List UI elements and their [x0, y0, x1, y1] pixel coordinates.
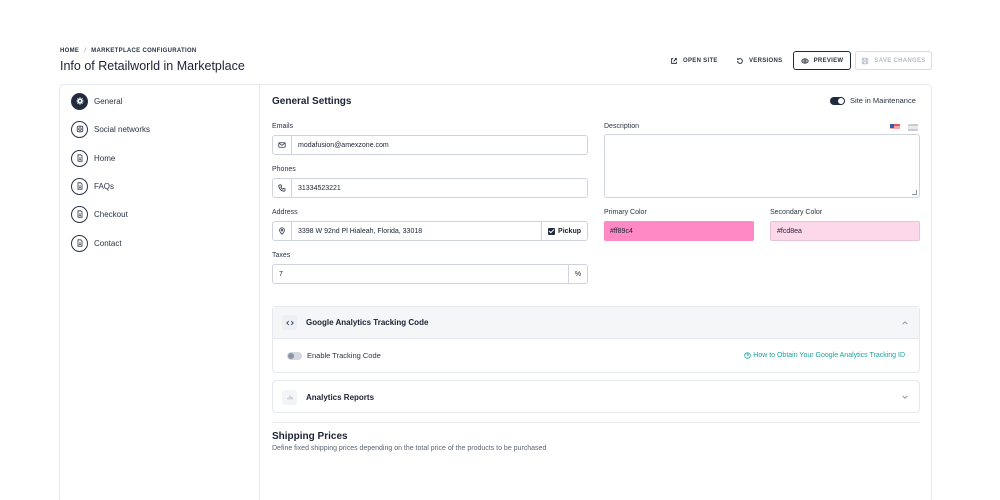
- description-label: Description: [604, 123, 640, 130]
- breadcrumb-current: MARKETPLACE CONFIGURATION: [91, 48, 197, 54]
- external-link-icon: [671, 57, 677, 64]
- open-site-button[interactable]: OPEN SITE: [670, 51, 718, 70]
- pickup-checkbox[interactable]: Pickup: [541, 222, 587, 240]
- reports-title: Analytics Reports: [306, 392, 375, 402]
- chevron-up-icon[interactable]: [901, 319, 909, 327]
- secondary-color-value: #fcd8ea: [777, 227, 802, 235]
- address-field[interactable]: 3398 W 92nd Pl Hialeah, Florida, 33018 P…: [272, 221, 588, 241]
- document-icon: [71, 177, 88, 195]
- bar-chart-icon: [282, 389, 297, 405]
- language-flag-icon[interactable]: [908, 124, 918, 131]
- reports-accordion-header[interactable]: Analytics Reports: [273, 381, 919, 413]
- preview-label: PREVIEW: [813, 57, 844, 64]
- location-pin-icon: [279, 227, 285, 235]
- maintenance-switch[interactable]: [830, 96, 845, 105]
- document-icon: [71, 205, 88, 223]
- percent-suffix: %: [568, 265, 587, 283]
- phone-value: 31334523221: [298, 184, 341, 192]
- divider: [272, 422, 920, 423]
- section-title: General Settings: [272, 96, 352, 107]
- breadcrumb: HOME / MARKETPLACE CONFIGURATION: [60, 48, 197, 54]
- instagram-icon: [71, 120, 88, 138]
- email-value: modafusion@amexzone.com: [298, 141, 389, 149]
- maintenance-toggle[interactable]: Site in Maintenance: [830, 96, 916, 105]
- sidebar-item-home[interactable]: Home: [71, 149, 115, 167]
- shipping-description: Define fixed shipping prices depending o…: [272, 445, 547, 452]
- sidebar-item-faqs[interactable]: FAQs: [71, 177, 114, 195]
- emails-label: Emails: [272, 123, 294, 130]
- taxes-label: Taxes: [272, 252, 291, 259]
- address-value: 3398 W 92nd Pl Hialeah, Florida, 33018: [298, 227, 423, 235]
- tracking-row: Enable Tracking Code How to Obtain Your …: [273, 339, 919, 372]
- page-title: Info of Retailworld in Marketplace: [60, 59, 245, 73]
- save-icon: [862, 57, 869, 64]
- secondary-color-input[interactable]: #fcd8ea: [770, 221, 920, 241]
- versions-button[interactable]: VERSIONS: [736, 51, 782, 70]
- sidebar-item-label: General: [94, 96, 123, 106]
- reports-accordion: Analytics Reports: [272, 380, 920, 413]
- checkbox-checked-icon: [548, 227, 556, 235]
- primary-color-value: #ff89c4: [610, 227, 633, 235]
- shipping-title: Shipping Prices: [272, 431, 348, 442]
- taxes-value: 7: [279, 270, 283, 278]
- primary-color-label: Primary Color: [604, 209, 647, 216]
- tracking-switch[interactable]: [287, 351, 302, 360]
- help-link[interactable]: How to Obtain Your Google Analytics Trac…: [744, 352, 905, 359]
- resize-handle-icon[interactable]: [912, 190, 917, 195]
- email-field[interactable]: modafusion@amexzone.com: [272, 135, 588, 155]
- sidebar-divider: [259, 85, 260, 500]
- mail-icon: [278, 142, 286, 148]
- sidebar-item-label: Checkout: [94, 209, 128, 219]
- analytics-accordion: Google Analytics Tracking Code Enable Tr…: [272, 306, 920, 373]
- versions-label: VERSIONS: [749, 57, 783, 64]
- help-link-label: How to Obtain Your Google Analytics Trac…: [753, 352, 905, 359]
- maintenance-label: Site in Maintenance: [850, 96, 916, 105]
- sidebar-item-label: FAQs: [94, 181, 115, 191]
- analytics-accordion-header[interactable]: Google Analytics Tracking Code: [273, 307, 919, 339]
- chevron-down-icon[interactable]: [901, 393, 909, 401]
- save-changes-label: SAVE CHANGES: [874, 57, 926, 64]
- pickup-label: Pickup: [558, 227, 581, 235]
- help-circle-icon: [744, 352, 751, 359]
- breadcrumb-home[interactable]: HOME: [60, 48, 79, 54]
- phones-label: Phones: [272, 166, 296, 173]
- sidebar-item-label: Contact: [94, 238, 122, 248]
- sidebar-item-contact[interactable]: Contact: [71, 234, 122, 252]
- sidebar-item-label: Social networks: [94, 124, 151, 134]
- eye-icon: [800, 57, 809, 64]
- document-icon: [71, 234, 88, 252]
- history-icon: [737, 57, 743, 64]
- address-label: Address: [272, 209, 298, 216]
- save-changes-button[interactable]: SAVE CHANGES: [855, 51, 932, 70]
- us-flag-icon[interactable]: [890, 124, 900, 131]
- primary-color-input[interactable]: #ff89c4: [604, 221, 754, 241]
- breadcrumb-separator: /: [84, 48, 87, 54]
- preview-button[interactable]: PREVIEW: [793, 51, 851, 70]
- code-icon: [282, 315, 297, 330]
- sidebar-item-general[interactable]: General: [71, 92, 122, 110]
- phone-field[interactable]: 31334523221: [272, 178, 588, 198]
- phone-icon: [278, 184, 286, 192]
- gear-icon: [71, 92, 88, 110]
- taxes-field[interactable]: 7 %: [272, 264, 588, 284]
- description-textarea[interactable]: [604, 134, 920, 198]
- sidebar-item-label: Home: [94, 153, 116, 163]
- sidebar-item-checkout[interactable]: Checkout: [71, 205, 128, 223]
- analytics-title: Google Analytics Tracking Code: [306, 318, 429, 327]
- secondary-color-label: Secondary Color: [770, 209, 823, 216]
- sidebar-item-social-networks[interactable]: Social networks: [71, 120, 150, 138]
- tracking-label: Enable Tracking Code: [307, 351, 381, 360]
- document-icon: [71, 149, 88, 167]
- open-site-label: OPEN SITE: [683, 57, 718, 64]
